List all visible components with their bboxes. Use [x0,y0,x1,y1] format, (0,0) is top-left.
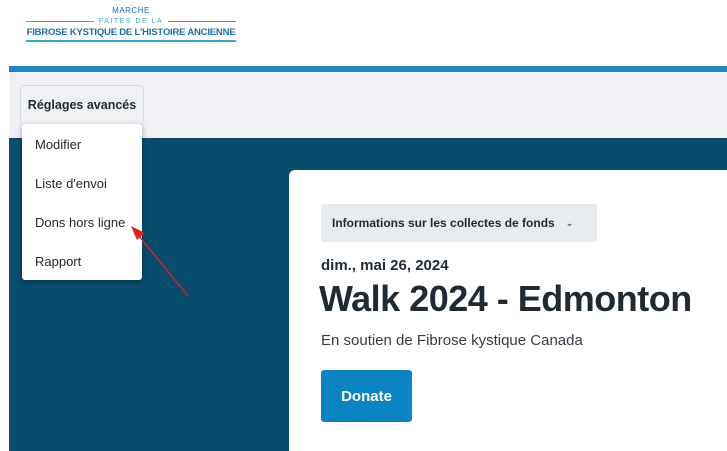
arrow-head [131,226,145,240]
arrow-shaft [138,235,189,297]
red-annotation-arrow-icon [131,226,189,297]
